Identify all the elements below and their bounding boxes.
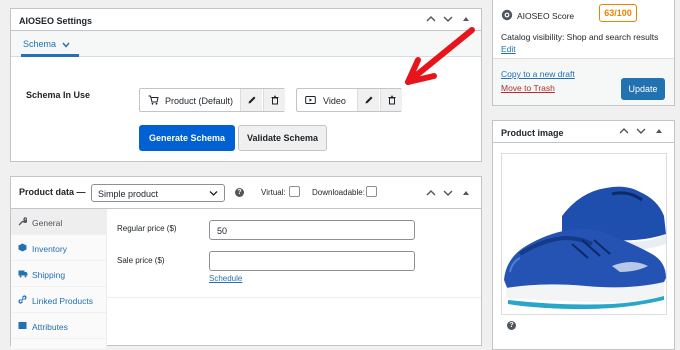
virtual-label: Virtual: xyxy=(261,188,286,197)
product-data-box: Product data — Simple product ? Virtual:… xyxy=(10,176,482,349)
regular-price-label: Regular price ($) xyxy=(117,224,177,233)
product-type-select[interactable]: Simple product xyxy=(91,184,225,202)
list-icon xyxy=(18,321,27,332)
link-icon xyxy=(18,295,27,306)
product-image[interactable] xyxy=(501,153,667,315)
divider xyxy=(107,297,481,298)
schema-item-video: Video xyxy=(296,88,402,112)
aioseo-score-badge[interactable]: 63/100 xyxy=(599,4,637,22)
schema-item-label: Video xyxy=(323,96,346,106)
tab-label: Inventory xyxy=(32,244,67,254)
trash-icon xyxy=(271,95,279,105)
tab-inventory[interactable]: Inventory xyxy=(11,235,107,261)
downloadable-checkbox[interactable] xyxy=(366,186,377,197)
tab-schema-label: Schema xyxy=(23,39,57,49)
tab-label: Linked Products xyxy=(32,296,93,306)
cart-icon xyxy=(148,95,159,107)
product-image-box: Product image ? xyxy=(492,120,675,350)
delete-schema-button[interactable] xyxy=(263,89,285,111)
tab-label: Attributes xyxy=(32,322,68,332)
toggle-panel-icon[interactable] xyxy=(461,188,471,198)
sale-price-label: Sale price ($) xyxy=(117,256,165,265)
tab-label: Shipping xyxy=(32,270,66,280)
move-to-trash-link[interactable]: Move to Trash xyxy=(501,83,555,93)
regular-price-input[interactable]: 50 xyxy=(209,220,415,240)
tab-active-indicator xyxy=(21,54,79,57)
aioseo-tabs: Schema xyxy=(11,31,481,57)
schedule-link[interactable]: Schedule xyxy=(209,274,242,283)
aioseo-settings-box: AIOSEO Settings Schema Schema In Use Pro… xyxy=(10,8,482,162)
move-up-icon[interactable] xyxy=(619,126,629,136)
tab-schema[interactable]: Schema xyxy=(23,39,70,49)
help-icon[interactable]: ? xyxy=(235,188,244,197)
aioseo-settings-title: AIOSEO Settings xyxy=(19,16,93,26)
tab-label: General xyxy=(32,218,63,228)
move-up-icon[interactable] xyxy=(426,14,436,24)
edit-schema-button[interactable] xyxy=(240,89,262,111)
product-image-title: Product image xyxy=(501,128,564,138)
validate-schema-button[interactable]: Validate Schema xyxy=(238,125,327,151)
sale-price-input[interactable] xyxy=(209,251,415,271)
toggle-panel-icon[interactable] xyxy=(654,126,664,136)
downloadable-label: Downloadable: xyxy=(312,188,365,197)
aioseo-logo-icon xyxy=(501,9,513,23)
help-icon[interactable]: ? xyxy=(507,321,516,330)
tab-general[interactable]: General xyxy=(11,209,107,235)
move-down-icon[interactable] xyxy=(636,126,646,136)
pencil-icon xyxy=(248,96,256,104)
tab-shipping[interactable]: Shipping xyxy=(11,261,107,287)
chevron-down-icon xyxy=(209,191,218,196)
sneaker-image xyxy=(504,186,666,310)
generate-schema-button[interactable]: Generate Schema xyxy=(139,125,235,151)
move-down-icon[interactable] xyxy=(443,14,453,24)
product-image-header: Product image xyxy=(493,121,674,143)
product-data-tabs: General Inventory Shipping Linked Produc… xyxy=(11,209,107,349)
pencil-icon xyxy=(365,96,373,104)
video-icon xyxy=(305,95,316,107)
schema-item-label: Product (Default) xyxy=(165,96,234,106)
wrench-icon xyxy=(18,217,28,228)
catalog-visibility-text: Catalog visibility: Shop and search resu… xyxy=(501,32,659,42)
move-down-icon[interactable] xyxy=(443,188,453,198)
copy-to-draft-link[interactable]: Copy to a new draft xyxy=(501,69,575,79)
delete-schema-button[interactable] xyxy=(380,89,402,111)
edit-visibility-link[interactable]: Edit xyxy=(501,44,516,54)
aioseo-score-label: AIOSEO Score xyxy=(517,11,575,21)
trash-icon xyxy=(388,95,396,105)
publish-actions: Copy to a new draft Move to Trash Update xyxy=(493,58,674,105)
move-up-icon[interactable] xyxy=(426,188,436,198)
edit-schema-button[interactable] xyxy=(357,89,379,111)
schema-in-use-label: Schema In Use xyxy=(26,90,91,100)
tab-linked-products[interactable]: Linked Products xyxy=(11,287,107,313)
publish-box: AIOSEO Score 63/100 Catalog visibility: … xyxy=(492,0,675,106)
chevron-down-icon xyxy=(62,42,70,48)
product-type-value: Simple product xyxy=(98,189,159,199)
truck-icon xyxy=(18,269,28,280)
tab-attributes[interactable]: Attributes xyxy=(11,313,107,339)
schema-item-product: Product (Default) xyxy=(139,88,285,112)
update-button[interactable]: Update xyxy=(621,78,665,100)
toggle-panel-icon[interactable] xyxy=(461,14,471,24)
virtual-checkbox[interactable] xyxy=(289,186,300,197)
regular-price-value: 50 xyxy=(217,226,228,236)
aioseo-settings-header: AIOSEO Settings xyxy=(11,9,481,31)
product-data-title: Product data — xyxy=(19,187,86,197)
inventory-icon xyxy=(18,243,27,254)
